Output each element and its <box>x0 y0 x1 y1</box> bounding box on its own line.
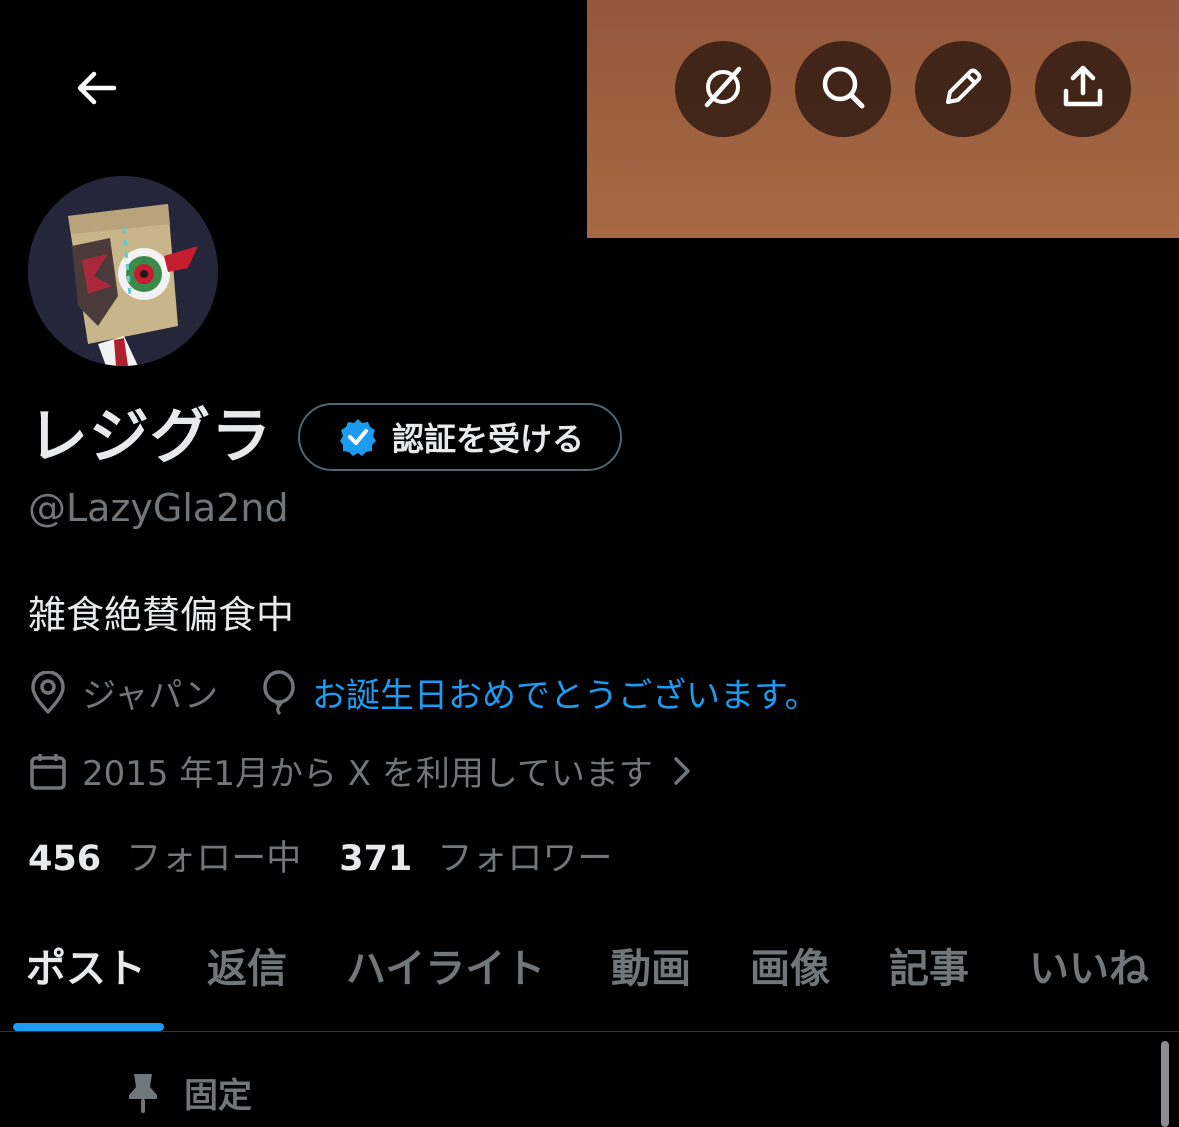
grok-icon <box>699 63 747 115</box>
bio: 雑食絶賛偏食中 <box>28 593 295 637</box>
location-pin-icon <box>28 670 68 715</box>
tabs-divider <box>0 1031 1179 1032</box>
back-button[interactable] <box>66 60 126 120</box>
followers-link[interactable]: 371 フォロワー <box>339 830 612 881</box>
pinned-label: 固定 <box>184 1076 252 1116</box>
tab-likes[interactable]: いいね <box>1029 936 1149 994</box>
handle: @LazyGla2nd <box>28 486 289 530</box>
balloon-icon <box>260 669 298 716</box>
tab-articles[interactable]: 記事 <box>889 936 969 994</box>
get-verified-button[interactable]: 認証を受ける <box>298 403 623 471</box>
pin-icon <box>126 1071 160 1115</box>
joined-row[interactable]: 2015 年1月から X を利用しています <box>28 746 707 795</box>
scrollbar[interactable] <box>1161 1041 1169 1127</box>
followers-count: 371 <box>339 839 413 879</box>
pencil-icon <box>939 63 987 115</box>
tab-replies[interactable]: 返信 <box>207 936 287 994</box>
following-label: フォロー中 <box>126 839 302 879</box>
following-count: 456 <box>28 839 102 879</box>
profile-tabs: ポスト 返信 ハイライト 動画 画像 記事 いいね <box>0 936 1179 996</box>
display-name: レジグラ <box>28 402 272 472</box>
share-icon <box>1059 63 1107 115</box>
search-button[interactable] <box>795 41 891 137</box>
grok-button[interactable] <box>675 41 771 137</box>
tab-photos[interactable]: 画像 <box>750 936 830 994</box>
birthday-message[interactable]: お誕生日おめでとうございます。 <box>312 668 819 717</box>
arrow-left-icon <box>74 66 118 114</box>
profile-meta-row: ジャパン お誕生日おめでとうございます。 <box>28 668 819 717</box>
calendar-icon <box>28 751 68 791</box>
pinned-indicator: 固定 <box>126 1068 252 1117</box>
followers-label: フォロワー <box>437 839 613 879</box>
avatar[interactable] <box>28 176 218 366</box>
chevron-right-icon <box>671 754 693 788</box>
tab-posts[interactable]: ポスト <box>26 936 146 994</box>
tab-videos[interactable]: 動画 <box>611 936 691 994</box>
edit-button[interactable] <box>915 41 1011 137</box>
search-icon <box>819 63 867 115</box>
location-text: ジャパン <box>82 676 218 716</box>
active-tab-indicator <box>13 1023 164 1031</box>
avatar-image <box>28 176 218 366</box>
share-button[interactable] <box>1035 41 1131 137</box>
tab-highlights[interactable]: ハイライト <box>346 936 545 994</box>
verified-badge-icon <box>338 417 378 457</box>
get-verified-label: 認証を受ける <box>392 420 585 458</box>
following-link[interactable]: 456 フォロー中 <box>28 830 301 881</box>
joined-text: 2015 年1月から X を利用しています <box>82 754 653 794</box>
